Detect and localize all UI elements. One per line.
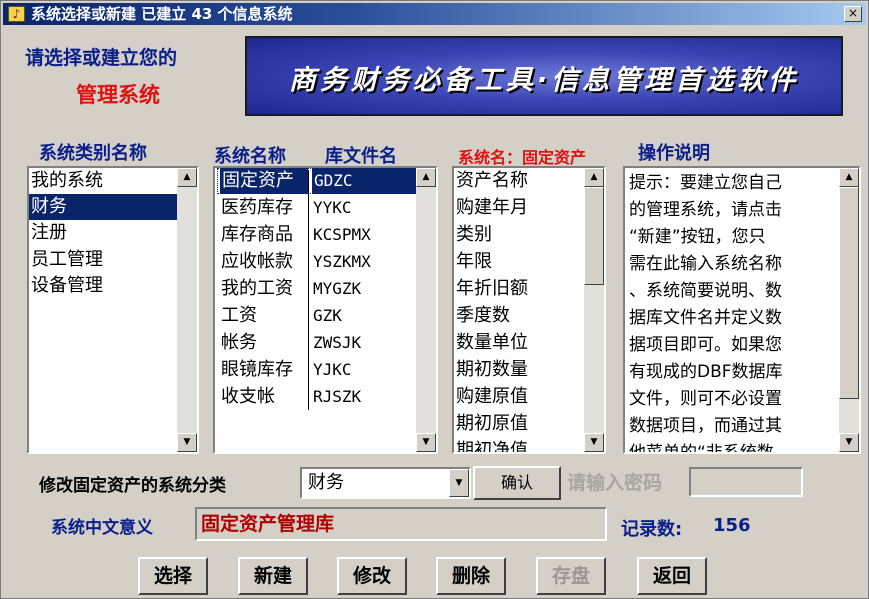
help-textbox[interactable]: 提示：要建立您自己 的管理系统，请点击 “新建”按钮，您只 需在此输入系统名称 …: [623, 166, 861, 454]
field-list[interactable]: 资产名称 购建年月 类别 年限 年折旧额 季度数 数量单位 期初数量 购建原值 …: [452, 166, 606, 454]
system-name-header: 系统名称: [214, 146, 286, 167]
help-scrollbar[interactable]: ▲ ▼: [839, 168, 859, 452]
meaning-field[interactable]: 固定资产管理库: [195, 507, 607, 541]
system-name-cell: 固定资产: [220, 168, 308, 194]
system-file-cell[interactable]: YJKC: [311, 357, 417, 383]
system-name-cell[interactable]: 收支帐: [219, 384, 307, 410]
meaning-value: 固定资产管理库: [201, 513, 335, 535]
save-button[interactable]: 存盘: [536, 557, 606, 595]
system-file-cell[interactable]: YYKC: [311, 195, 417, 221]
column-divider: [308, 170, 309, 410]
prompt-line-2: 管理系统: [76, 83, 160, 107]
system-scrollbar[interactable]: ▲ ▼: [416, 168, 436, 452]
system-name-cell[interactable]: 医药库存: [219, 195, 307, 221]
category-list[interactable]: 我的系统 财务 注册 员工管理 设备管理 ▲ ▼: [27, 166, 199, 454]
field-item[interactable]: 季度数: [454, 303, 510, 329]
system-name-cell[interactable]: 库存商品: [219, 222, 307, 248]
banner-slogan: 商务财务必备工具·信息管理首选软件: [288, 65, 800, 96]
system-file-cell[interactable]: KCSPMX: [311, 222, 417, 248]
field-item[interactable]: 期初净值: [454, 438, 528, 452]
password-field[interactable]: [689, 467, 803, 497]
field-item[interactable]: 资产名称: [454, 168, 528, 194]
field-item[interactable]: 购建年月: [454, 195, 528, 221]
category-item[interactable]: 注册: [29, 220, 177, 246]
system-file-cell[interactable]: YSZKMX: [311, 249, 417, 275]
record-count-label: 记录数:: [621, 519, 683, 540]
dropdown-arrow-icon[interactable]: ▼: [449, 469, 469, 497]
field-item[interactable]: 年折旧额: [454, 276, 528, 302]
record-count-value: 156: [713, 515, 751, 536]
system-file-cell: GDZC: [312, 168, 418, 194]
system-file-cell[interactable]: RJSZK: [311, 384, 417, 410]
system-file-cell[interactable]: GZK: [311, 303, 417, 329]
field-item[interactable]: 购建原值: [454, 384, 528, 410]
confirm-button[interactable]: 确认: [473, 466, 561, 500]
system-name-cell[interactable]: 眼镜库存: [219, 357, 307, 383]
category-item[interactable]: 员工管理: [29, 247, 177, 273]
field-item[interactable]: 数量单位: [454, 330, 528, 356]
system-name-cell[interactable]: 应收帐款: [219, 249, 307, 275]
prompt-line-1: 请选择或建立您的: [25, 47, 178, 69]
help-header: 操作说明: [638, 143, 710, 164]
back-button[interactable]: 返回: [637, 557, 707, 595]
field-list-header: 系统名：固定资产: [458, 148, 587, 167]
category-item[interactable]: 设备管理: [29, 273, 177, 299]
scroll-up-arrow-icon[interactable]: ▲: [839, 168, 859, 187]
field-item[interactable]: 期初数量: [454, 357, 528, 383]
system-list[interactable]: 固定资产 GDZC 医药库存 YYKC 库存商品 KCSPMX 应收帐款 YSZ…: [213, 166, 438, 454]
category-scrollbar[interactable]: ▲ ▼: [177, 168, 197, 452]
meaning-label: 系统中文意义: [51, 518, 153, 538]
field-scrollbar[interactable]: ▲ ▼: [584, 168, 604, 452]
category-combo[interactable]: 财务 ▼: [300, 467, 471, 499]
scroll-down-arrow-icon[interactable]: ▼: [177, 433, 197, 452]
password-label: 请输入密码: [567, 472, 663, 494]
system-row-selected[interactable]: 固定资产 GDZC: [217, 168, 418, 194]
modify-category-label: 修改固定资产的系统分类: [39, 476, 226, 496]
field-item[interactable]: 类别: [454, 222, 492, 248]
system-name-cell[interactable]: 帐务: [219, 330, 307, 356]
delete-button[interactable]: 删除: [436, 557, 506, 595]
db-file-header: 库文件名: [325, 146, 397, 167]
window-title: 系统选择或新建 已建立 43 个信息系统: [31, 5, 293, 23]
modify-button[interactable]: 修改: [337, 557, 407, 595]
system-name-cell[interactable]: 工资: [219, 303, 307, 329]
scroll-down-arrow-icon[interactable]: ▼: [839, 433, 859, 452]
new-button[interactable]: 新建: [238, 557, 308, 595]
system-select-window: ♪ 系统选择或新建 已建立 43 个信息系统 × 请选择或建立您的 管理系统 商…: [0, 0, 869, 599]
app-music-icon: ♪: [8, 6, 25, 22]
system-file-cell[interactable]: MYGZK: [311, 276, 417, 302]
field-item[interactable]: 年限: [454, 249, 492, 275]
category-item[interactable]: 我的系统: [29, 168, 177, 194]
system-file-cell[interactable]: ZWSJK: [311, 330, 417, 356]
category-item-selected[interactable]: 财务: [29, 194, 177, 220]
select-button[interactable]: 选择: [138, 557, 208, 595]
scroll-thumb[interactable]: [584, 187, 604, 285]
scroll-up-arrow-icon[interactable]: ▲: [177, 168, 197, 187]
title-bar: ♪ 系统选择或新建 已建立 43 个信息系统 ×: [3, 3, 866, 25]
scroll-up-arrow-icon[interactable]: ▲: [584, 168, 604, 187]
scroll-down-arrow-icon[interactable]: ▼: [416, 433, 436, 452]
category-header: 系统类别名称: [39, 143, 147, 164]
system-name-cell[interactable]: 我的工资: [219, 276, 307, 302]
help-text: 提示：要建立您自己 的管理系统，请点击 “新建”按钮，您只 需在此输入系统名称 …: [629, 173, 783, 454]
close-button[interactable]: ×: [844, 6, 862, 22]
promo-banner: 商务财务必备工具·信息管理首选软件: [245, 36, 843, 116]
scroll-up-arrow-icon[interactable]: ▲: [416, 168, 436, 187]
scroll-thumb[interactable]: [839, 187, 859, 399]
category-combo-value: 财务: [308, 472, 344, 493]
scroll-down-arrow-icon[interactable]: ▼: [584, 433, 604, 452]
field-item[interactable]: 期初原值: [454, 411, 528, 437]
